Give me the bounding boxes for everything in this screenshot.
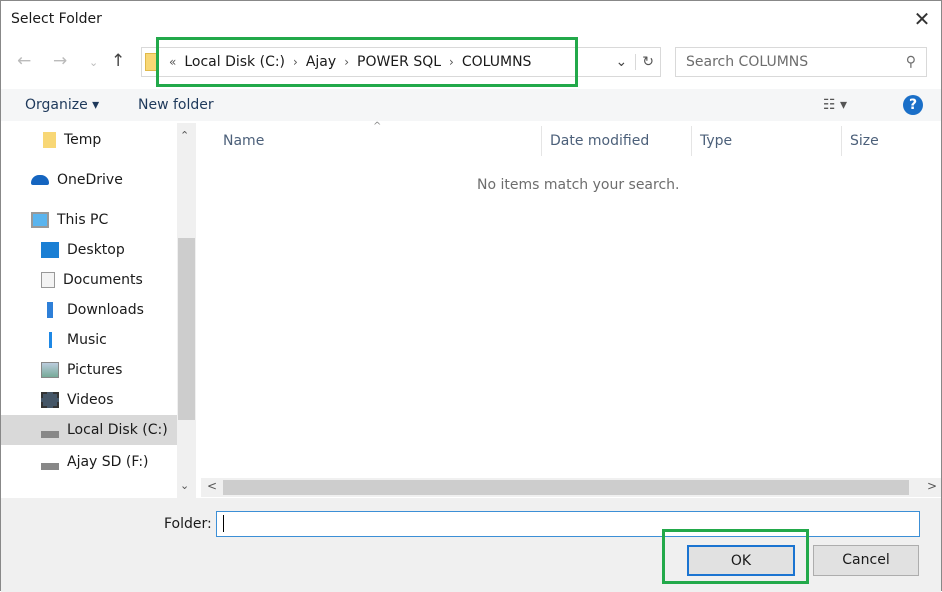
help-icon[interactable]: ? [903, 95, 923, 115]
search-icon: ⚲ [905, 54, 916, 70]
cloud-icon [31, 175, 49, 185]
window-title: Select Folder [11, 11, 102, 27]
scroll-down-icon[interactable]: ⌄ [180, 479, 189, 492]
up-button[interactable]: ↑ [111, 51, 125, 71]
sidebar-item-label: Desktop [67, 242, 125, 258]
organize-button[interactable]: Organize ▾ [25, 97, 99, 113]
folder-label: Folder: [164, 516, 212, 532]
sidebar-item-label: Downloads [67, 302, 144, 318]
column-type[interactable]: Type [700, 133, 732, 149]
forward-button[interactable]: → [53, 51, 67, 71]
column-name[interactable]: Name [223, 133, 264, 149]
pictures-icon [41, 362, 59, 378]
sort-arrow-icon: ^ [373, 121, 382, 132]
sidebar-item[interactable]: OneDrive [1, 165, 177, 195]
back-button[interactable]: ← [17, 51, 31, 71]
column-date-modified[interactable]: Date modified [550, 133, 649, 149]
sidebar-item-label: Local Disk (C:) [67, 422, 168, 438]
ok-highlight [662, 529, 809, 584]
empty-message: No items match your search. [477, 177, 680, 193]
sidebar-item-label: This PC [57, 212, 109, 228]
download-icon [41, 302, 59, 318]
folder-input[interactable] [216, 511, 920, 537]
chevron-down-icon[interactable]: ⌄ [616, 54, 628, 70]
folder-icon [43, 132, 56, 148]
sidebar-item[interactable]: Downloads [1, 295, 177, 325]
refresh-icon[interactable]: ↻ [635, 54, 660, 70]
scroll-up-icon[interactable]: ⌃ [180, 129, 189, 142]
recent-dropdown[interactable]: ⌄ [89, 56, 98, 69]
sidebar-item[interactable]: Ajay SD (F:) [1, 447, 177, 477]
view-options-icon[interactable]: ☷ ▾ [823, 97, 847, 113]
drive-icon [41, 430, 59, 438]
sidebar-item[interactable]: Pictures [1, 355, 177, 385]
desktop-icon [41, 242, 59, 258]
text-cursor [223, 515, 224, 532]
sidebar-item[interactable]: Documents [1, 265, 177, 295]
sidebar-item-label: Ajay SD (F:) [67, 454, 149, 470]
sidebar-item[interactable]: Temp [1, 125, 177, 155]
column-size[interactable]: Size [850, 133, 879, 149]
sidebar-item-label: Videos [67, 392, 114, 408]
sidebar-item-label: Documents [63, 272, 143, 288]
drive-icon [41, 462, 59, 470]
sidebar-item[interactable]: Videos [1, 385, 177, 415]
sidebar-item-label: Music [67, 332, 107, 348]
documents-icon [41, 272, 55, 288]
sidebar-item[interactable]: This PC [1, 205, 177, 235]
horizontal-scroll-thumb[interactable] [223, 480, 909, 495]
sidebar-item-label: OneDrive [57, 172, 123, 188]
search-placeholder: Search COLUMNS [686, 54, 809, 70]
search-input[interactable]: Search COLUMNS ⚲ [675, 47, 927, 77]
close-button[interactable]: ✕ [909, 7, 935, 31]
sidebar-item-label: Pictures [67, 362, 123, 378]
sidebar-item[interactable]: Local Disk (C:) [1, 415, 177, 445]
scroll-right-icon[interactable]: > [927, 479, 937, 493]
sidebar-item[interactable]: Music [1, 325, 177, 355]
computer-icon [31, 212, 49, 228]
cancel-button[interactable]: Cancel [813, 545, 919, 576]
sidebar-item[interactable]: Desktop [1, 235, 177, 265]
music-icon [41, 332, 59, 348]
new-folder-button[interactable]: New folder [138, 97, 214, 113]
videos-icon [41, 392, 59, 408]
sidebar-scroll-thumb[interactable] [178, 238, 195, 420]
address-highlight [156, 37, 578, 87]
scroll-left-icon[interactable]: < [207, 479, 217, 493]
sidebar-item-label: Temp [64, 132, 102, 148]
